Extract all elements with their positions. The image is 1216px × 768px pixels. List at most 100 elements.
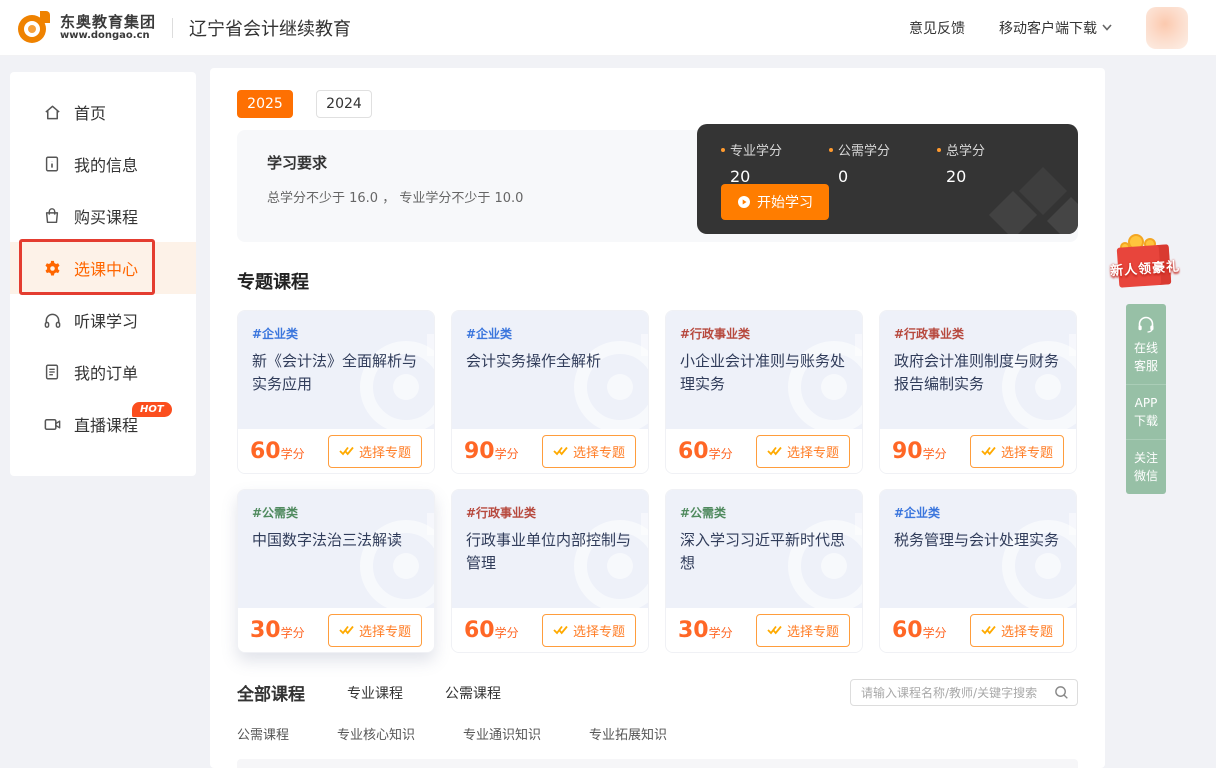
card-title: 会计实务操作全解析 <box>466 350 634 373</box>
card-title: 中国数字法治三法解读 <box>252 529 420 552</box>
learning-requirements-box: 学习要求 总学分不少于 16.0 ， 专业学分不少于 10.0 专业学分 20 … <box>237 130 1078 242</box>
dongao-logo-icon <box>18 11 52 45</box>
sidebar-nav: 首页 我的信息 购买课程 选课中心 听课学习 我的订单 直播课程 <box>10 72 196 476</box>
mobile-download-link[interactable]: 移动客户端下载 <box>999 18 1112 38</box>
app-download-button[interactable]: APP 下载 <box>1126 385 1166 440</box>
course-list-header: 全部课程 专业课程 公需课程 <box>237 679 1078 706</box>
tab-public-courses[interactable]: 公需课程 <box>445 683 501 703</box>
credit-item-professional: 专业学分 20 <box>721 140 791 186</box>
info-doc-icon <box>42 154 62 174</box>
logo-url-text: www.dongao.cn <box>60 30 156 41</box>
card-credits: 60学分 <box>250 439 305 464</box>
course-search-input[interactable] <box>861 686 1054 700</box>
select-topic-button[interactable]: 选择专题 <box>970 614 1064 647</box>
top-header: 东奥教育集团 www.dongao.cn 辽宁省会计继续教育 意见反馈 移动客户… <box>0 0 1216 56</box>
card-credits: 60学分 <box>464 618 519 643</box>
floating-button-stack: 在线 客服 APP 下载 关注 微信 <box>1126 304 1166 494</box>
headphones-icon <box>42 310 62 330</box>
secondary-tabs: 公需课程 专业核心知识 专业通识知识 专业拓展知识 <box>237 724 1078 743</box>
card-tag: #企业类 <box>252 325 420 342</box>
double-check-icon <box>339 446 354 456</box>
card-tag: #公需类 <box>680 504 848 521</box>
select-topic-button[interactable]: 选择专题 <box>328 614 422 647</box>
double-check-icon <box>553 446 568 456</box>
new-user-gift-banner[interactable]: 新人领豪礼 <box>1108 232 1182 294</box>
card-title: 新《会计法》全面解析与实务应用 <box>252 350 420 397</box>
year-tabs: 2025 2024 <box>237 90 1078 118</box>
search-icon[interactable] <box>1054 685 1069 700</box>
sidebar-item-course-center[interactable]: 选课中心 <box>10 242 196 294</box>
topic-card[interactable]: #公需类 中国数字法治三法解读 30学分 选择专题 <box>237 489 435 653</box>
card-title: 税务管理与会计处理实务 <box>894 529 1062 552</box>
double-check-icon <box>981 625 996 635</box>
year-tab-2024[interactable]: 2024 <box>316 90 372 118</box>
sidebar-item-my-info[interactable]: 我的信息 <box>10 138 196 190</box>
dongao-logo[interactable]: 东奥教育集团 www.dongao.cn <box>18 11 156 45</box>
topic-card[interactable]: #企业类 税务管理与会计处理实务 60学分 选择专题 <box>879 489 1077 653</box>
select-topic-button[interactable]: 选择专题 <box>328 435 422 468</box>
subtab-extended-knowledge[interactable]: 专业拓展知识 <box>589 724 667 743</box>
topic-card[interactable]: #公需类 深入学习习近平新时代思想 30学分 选择专题 <box>665 489 863 653</box>
online-service-button[interactable]: 在线 客服 <box>1126 304 1166 385</box>
card-title: 小企业会计准则与账务处理实务 <box>680 350 848 397</box>
home-icon <box>42 102 62 122</box>
headset-icon <box>1136 315 1156 333</box>
double-check-icon <box>339 625 354 635</box>
user-avatar[interactable] <box>1146 7 1188 49</box>
card-tag: #行政事业类 <box>680 325 848 342</box>
tab-all-courses[interactable]: 全部课程 <box>237 680 305 705</box>
sidebar-item-my-orders[interactable]: 我的订单 <box>10 346 196 398</box>
topic-cards-grid: #企业类 新《会计法》全面解析与实务应用 60学分 选择专题 #企业类 会计实务… <box>237 310 1078 653</box>
topic-card[interactable]: #企业类 新《会计法》全面解析与实务应用 60学分 选择专题 <box>237 310 435 474</box>
topic-card[interactable]: #行政事业类 小企业会计准则与账务处理实务 60学分 选择专题 <box>665 310 863 474</box>
floating-sidebar: 新人领豪礼 在线 客服 APP 下载 关注 微信 <box>1108 232 1186 494</box>
feedback-link[interactable]: 意见反馈 <box>909 18 965 38</box>
course-table-header: 课程分类 课程名称 主讲老师 学分 级别 热度 试听 操作 <box>237 759 1078 768</box>
header-divider <box>172 18 173 38</box>
chevron-down-icon <box>1102 24 1112 31</box>
shopping-bag-icon <box>42 206 62 226</box>
credit-item-total: 总学分 20 <box>937 140 1007 186</box>
year-tab-2025[interactable]: 2025 <box>237 90 293 118</box>
tab-professional-courses[interactable]: 专业课程 <box>347 683 403 703</box>
subtab-core-knowledge[interactable]: 专业核心知识 <box>337 724 415 743</box>
card-credits: 60学分 <box>892 618 947 643</box>
sidebar-item-live-courses[interactable]: 直播课程 HOT <box>10 398 196 450</box>
topic-card[interactable]: #行政事业类 行政事业单位内部控制与管理 60学分 选择专题 <box>451 489 649 653</box>
topic-card[interactable]: #企业类 会计实务操作全解析 90学分 选择专题 <box>451 310 649 474</box>
sidebar-item-buy-courses[interactable]: 购买课程 <box>10 190 196 242</box>
logo-brand-text: 东奥教育集团 <box>60 14 156 31</box>
gear-icon <box>42 258 62 278</box>
select-topic-button[interactable]: 选择专题 <box>756 435 850 468</box>
select-topic-button[interactable]: 选择专题 <box>970 435 1064 468</box>
credit-item-public: 公需学分 0 <box>829 140 899 186</box>
card-tag: #行政事业类 <box>466 504 634 521</box>
hot-badge: HOT <box>132 402 172 417</box>
card-title: 政府会计准则制度与财务报告编制实务 <box>894 350 1062 397</box>
card-credits: 90学分 <box>892 439 947 464</box>
select-topic-button[interactable]: 选择专题 <box>756 614 850 647</box>
play-circle-icon <box>737 195 751 209</box>
card-credits: 30学分 <box>678 618 733 643</box>
start-learning-button[interactable]: 开始学习 <box>721 184 829 220</box>
card-title: 深入学习习近平新时代思想 <box>680 529 848 576</box>
sidebar-item-listen-learn[interactable]: 听课学习 <box>10 294 196 346</box>
card-tag: #企业类 <box>466 325 634 342</box>
card-tag: #行政事业类 <box>894 325 1062 342</box>
subtab-general-knowledge[interactable]: 专业通识知识 <box>463 724 541 743</box>
card-credits: 60学分 <box>678 439 733 464</box>
card-title: 行政事业单位内部控制与管理 <box>466 529 634 576</box>
card-credits: 90学分 <box>464 439 519 464</box>
credits-panel: 专业学分 20 公需学分 0 总学分 20 开始学习 <box>697 124 1078 234</box>
select-topic-button[interactable]: 选择专题 <box>542 435 636 468</box>
double-check-icon <box>553 625 568 635</box>
subtab-public-courses[interactable]: 公需课程 <box>237 724 289 743</box>
site-title: 辽宁省会计继续教育 <box>189 15 351 41</box>
follow-wechat-button[interactable]: 关注 微信 <box>1126 440 1166 494</box>
double-check-icon <box>767 625 782 635</box>
card-tag: #企业类 <box>894 504 1062 521</box>
course-search-box[interactable] <box>850 679 1078 706</box>
select-topic-button[interactable]: 选择专题 <box>542 614 636 647</box>
sidebar-item-home[interactable]: 首页 <box>10 86 196 138</box>
topic-card[interactable]: #行政事业类 政府会计准则制度与财务报告编制实务 90学分 选择专题 <box>879 310 1077 474</box>
